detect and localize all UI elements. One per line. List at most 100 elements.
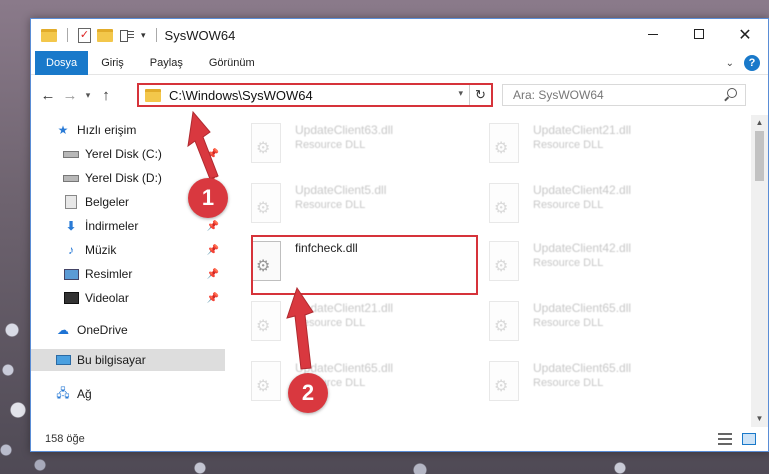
- maximize-button[interactable]: [676, 19, 722, 49]
- status-bar: 158 öğe: [31, 427, 768, 451]
- new-folder-icon[interactable]: [97, 28, 113, 42]
- list-item[interactable]: UpdateClient5.dll Resource DLL: [251, 179, 471, 231]
- file-type: Resource DLL: [533, 139, 604, 151]
- videos-icon: [63, 291, 79, 305]
- title-bar: ✓ ▾ SysWOW64 ✕: [31, 19, 768, 51]
- pin-icon[interactable]: 📌: [207, 269, 219, 280]
- divider: [67, 28, 68, 42]
- file-type: Resource DLL: [295, 199, 366, 211]
- navigation-pane: ★ Hızlı erişim Yerel Disk (C:) 📌 Yerel D…: [31, 115, 225, 427]
- star-icon: ★: [57, 123, 69, 137]
- file-type: Resource DLL: [295, 317, 366, 329]
- customize-dropdown-icon[interactable]: ▾: [141, 30, 146, 41]
- file-type: Resource DLL: [533, 257, 604, 269]
- folder-icon: [41, 28, 57, 42]
- documents-icon: [63, 195, 79, 209]
- sidebar-item-label: OneDrive: [77, 323, 128, 337]
- minimize-icon: [648, 33, 658, 35]
- sidebar-item-network[interactable]: 🖧 Ağ: [31, 383, 225, 405]
- list-item[interactable]: UpdateClient21.dll Resource DLL: [489, 119, 709, 171]
- search-box[interactable]: Ara: SysWOW64: [502, 84, 746, 106]
- sidebar-item-videos[interactable]: Videolar 📌: [31, 287, 225, 309]
- list-item[interactable]: UpdateClient42.dll Resource DLL: [489, 179, 709, 231]
- step-badge-2: 2: [288, 373, 328, 413]
- drive-icon: [63, 171, 79, 185]
- scroll-up-icon[interactable]: ▲: [751, 115, 768, 131]
- navigation-bar: ← → ▾ ↑ C:\Windows\SysWOW64 ▾ ↻ Ara: Sys…: [31, 75, 768, 115]
- dll-file-icon: [489, 183, 519, 223]
- back-button[interactable]: ←: [37, 87, 59, 104]
- sidebar-item-label: Hızlı erişim: [77, 123, 137, 137]
- sidebar-item-label: Belgeler: [85, 195, 130, 209]
- drive-icon: [63, 147, 79, 161]
- window-controls: ✕: [630, 19, 768, 49]
- address-path[interactable]: C:\Windows\SysWOW64: [169, 88, 313, 103]
- tab-home[interactable]: Giriş: [88, 51, 137, 75]
- refresh-button[interactable]: ↻: [469, 85, 491, 105]
- file-type: Resource DLL: [533, 377, 604, 389]
- help-icon[interactable]: ?: [744, 55, 760, 71]
- dll-file-icon: [489, 123, 519, 163]
- list-item[interactable]: UpdateClient65.dll Resource DLL: [251, 357, 471, 409]
- address-dropdown-icon[interactable]: ▾: [458, 88, 463, 99]
- tab-share[interactable]: Paylaş: [137, 51, 196, 75]
- sidebar-item-this-pc[interactable]: Bu bilgisayar: [31, 349, 225, 371]
- item-count: 158 öğe: [45, 433, 85, 445]
- sidebar-item-label: İndirmeler: [85, 219, 139, 233]
- up-button[interactable]: ↑: [95, 87, 117, 104]
- close-button[interactable]: ✕: [722, 19, 768, 49]
- list-item[interactable]: UpdateClient21.dll Resource DLL: [251, 297, 471, 349]
- list-item[interactable]: UpdateClient65.dll Resource DLL: [489, 357, 709, 409]
- pin-icon[interactable]: 📌: [207, 245, 219, 256]
- file-name: UpdateClient5.dll: [295, 183, 387, 197]
- expand-ribbon-chevron-icon[interactable]: ⌄: [726, 58, 734, 69]
- search-icon[interactable]: [727, 88, 737, 98]
- search-input[interactable]: Ara: SysWOW64: [513, 88, 604, 102]
- details-view-icon[interactable]: [718, 433, 732, 445]
- sidebar-item-label: Videolar: [85, 291, 129, 305]
- properties-check-icon[interactable]: ✓: [78, 27, 91, 43]
- address-bar[interactable]: C:\Windows\SysWOW64 ▾ ↻: [137, 83, 493, 107]
- file-name: UpdateClient65.dll: [533, 301, 632, 315]
- dll-file-icon: [489, 301, 519, 341]
- properties-icon[interactable]: [119, 28, 135, 42]
- file-name: UpdateClient65.dll: [533, 361, 632, 375]
- list-item[interactable]: UpdateClient42.dll Resource DLL: [489, 237, 709, 289]
- sidebar-item-music[interactable]: ♪ Müzik 📌: [31, 239, 225, 261]
- list-item[interactable]: UpdateClient63.dll Resource DLL: [251, 119, 471, 171]
- file-name: UpdateClient42.dll: [533, 241, 632, 255]
- file-name: UpdateClient42.dll: [533, 183, 632, 197]
- sidebar-item-label: Yerel Disk (C:): [85, 147, 162, 161]
- sidebar-item-onedrive[interactable]: ☁ OneDrive: [31, 319, 225, 341]
- sidebar-item-downloads[interactable]: ⬇ İndirmeler 📌: [31, 215, 225, 237]
- music-icon: ♪: [68, 243, 74, 257]
- dll-file-icon: [251, 301, 281, 341]
- file-name: UpdateClient21.dll: [295, 301, 394, 315]
- list-item[interactable]: UpdateClient65.dll Resource DLL: [489, 297, 709, 349]
- dll-file-icon: [251, 361, 281, 401]
- dll-file-icon: [251, 123, 281, 163]
- tab-file[interactable]: Dosya: [35, 50, 89, 75]
- large-icons-view-icon[interactable]: [742, 433, 756, 445]
- sidebar-item-quick-access[interactable]: ★ Hızlı erişim: [31, 119, 225, 141]
- scroll-thumb[interactable]: [755, 131, 764, 181]
- dll-file-icon: [251, 183, 281, 223]
- explorer-window: ✓ ▾ SysWOW64 ✕ Dosya Giriş Paylaş Görünü…: [30, 18, 769, 452]
- pin-icon[interactable]: 📌: [207, 221, 219, 232]
- pin-icon[interactable]: 📌: [207, 149, 219, 160]
- window-title: SysWOW64: [164, 27, 236, 43]
- sidebar-item-pictures[interactable]: Resimler 📌: [31, 263, 225, 285]
- scroll-down-icon[interactable]: ▼: [751, 411, 768, 427]
- file-type: Resource DLL: [533, 199, 604, 211]
- minimize-button[interactable]: [630, 19, 676, 49]
- folder-icon: [145, 88, 161, 102]
- sidebar-item-label: Resimler: [85, 267, 133, 281]
- recent-locations-dropdown[interactable]: ▾: [81, 90, 95, 101]
- vertical-scrollbar[interactable]: ▲ ▼: [751, 115, 768, 427]
- forward-button[interactable]: →: [59, 87, 81, 104]
- sidebar-item-disk-c[interactable]: Yerel Disk (C:) 📌: [31, 143, 225, 165]
- computer-icon: [55, 353, 71, 367]
- quick-access-toolbar: ✓ ▾: [31, 27, 161, 43]
- tab-view[interactable]: Görünüm: [196, 51, 268, 75]
- pin-icon[interactable]: 📌: [207, 293, 219, 304]
